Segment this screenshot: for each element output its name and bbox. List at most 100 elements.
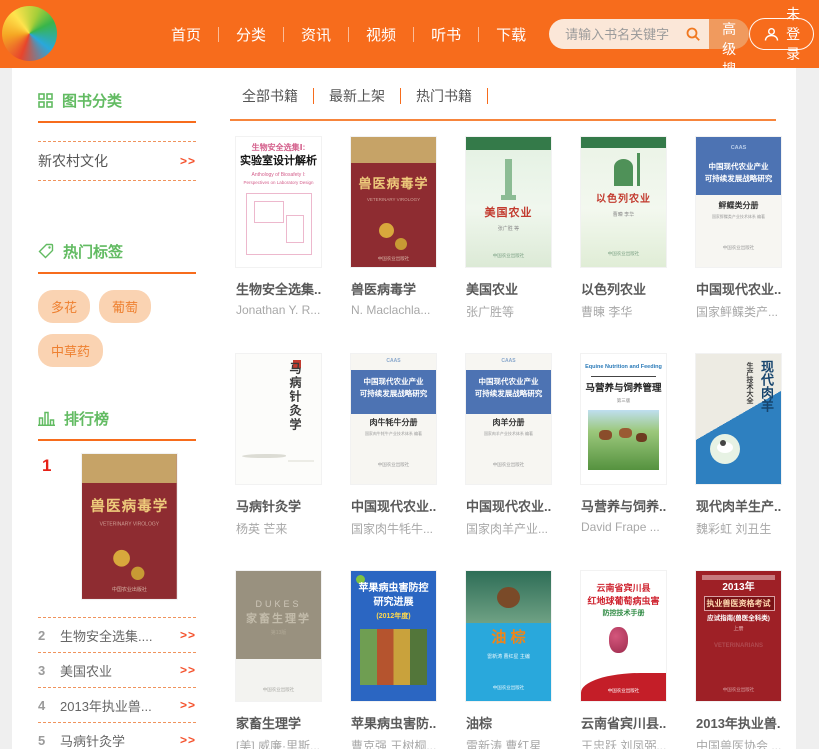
book-cover: CAAS 中国现代农业产业 可持续发展战略研究 肉羊分册 国家肉羊产业技术体系 编著 中国… — [466, 354, 551, 484]
book-cover: 油 棕雷新涛 曹红星 主编 中国农业出版社 — [466, 571, 551, 701]
category-section-header: 图书分类 — [38, 88, 222, 112]
book-author: 曹克强 王树桐... — [351, 739, 436, 749]
book-card-11[interactable]: 苹果病虫害防控 研究进展 (2012年度) 苹果病虫害防... 曹克强 王树桐... — [351, 571, 436, 749]
tag-list: 多花 葡萄中草药 — [38, 290, 200, 378]
cover-art — [360, 629, 427, 685]
category-list: 新农村文化 >> — [12, 141, 222, 181]
nav-item-4[interactable]: 听书 — [431, 24, 461, 45]
cover-text: 中国农业出版社 — [492, 462, 525, 467]
book-card-7[interactable]: CAAS 中国现代农业产业 可持续发展战略研究 肉羊分册 国家肉羊产业技术体系 编著 中国… — [466, 354, 551, 537]
cover-art — [614, 173, 633, 186]
category-section-title: 图书分类 — [62, 92, 123, 110]
book-card-10[interactable]: DUKES 家畜生理学 第13版 中国农业出版社 家畜生理学 [美] 威廉·里斯... — [236, 571, 321, 749]
cover-art — [466, 137, 551, 150]
arrow-icon: >> — [179, 154, 196, 168]
cover-art — [637, 153, 640, 186]
cover-art — [82, 454, 177, 483]
login-button[interactable]: 未登录 — [749, 6, 815, 62]
cover-text: 可持续发展战略研究 — [704, 174, 773, 183]
hot-tag-2[interactable]: 中草药 — [38, 334, 104, 367]
book-card-5[interactable]: 马病针灸学 马病针灸学 杨英 芒来 — [236, 354, 321, 537]
book-cover: 云南省宾川县 红地球葡萄病虫害 防控技术手册 中国农业出版社 — [581, 571, 666, 701]
book-card-2[interactable]: 美国农业 张广胜 等中国农业出版社 美国农业 张广胜等 — [466, 137, 551, 320]
book-author: N. Maclachla... — [351, 303, 431, 317]
cover-text: 中国农业出版社 — [492, 685, 525, 690]
cover-text: Anthology of Biosafety I: — [251, 172, 306, 178]
cover-art — [351, 137, 436, 163]
book-author: 雷新涛 曹红星 — [466, 739, 542, 749]
book-card-9[interactable]: 现代肉羊 生产技术大全 现代肉羊生产... 魏彩虹 刘丑生 — [696, 354, 781, 537]
ranking-item-4[interactable]: 4 2013年执业兽... >> — [38, 688, 196, 722]
grid-icon — [38, 92, 53, 108]
tab-separator — [313, 88, 314, 104]
book-title: 以色列农业 — [581, 282, 647, 297]
ranking-item-2[interactable]: 2 生物安全选集.... >> — [38, 618, 196, 652]
nav-item-3[interactable]: 视频 — [366, 24, 396, 45]
book-card-0[interactable]: 生物安全选集Ⅰ: 实验室设计解析 Anthology of Biosafety I:… — [236, 137, 321, 320]
cover-art — [619, 428, 632, 438]
book-title: 兽医病毒学 — [351, 282, 417, 297]
cover-text: 油 棕 — [491, 629, 526, 646]
book-title: 油棕 — [466, 716, 493, 731]
ranking-top-cover: 兽医病毒学 VETERINARY VIROLOGY 中国农业出版社 — [82, 454, 177, 599]
category-item-0[interactable]: 新农村文化 >> — [38, 142, 196, 180]
cover-text: 苹果病虫害防控 — [358, 583, 429, 594]
cover-art — [636, 433, 647, 442]
cover-art — [288, 460, 314, 462]
cover-text: 曹暕 李华 — [612, 212, 635, 218]
search-bar: 高级搜索 — [549, 19, 750, 97]
cover-text: 张广胜 等 — [497, 226, 520, 232]
book-cover: 马病针灸学 — [236, 354, 321, 484]
cover-text: VETERINARIANS — [713, 643, 763, 649]
tab-2[interactable]: 热门书籍 — [416, 86, 472, 106]
tag-section-title: 热门标签 — [63, 243, 124, 261]
cover-text: 防控技术手册 — [602, 610, 645, 617]
book-title: 中国现代农业... — [466, 499, 551, 514]
ranking-item-5[interactable]: 5 马病针灸学 >> — [38, 723, 196, 749]
nav-separator — [348, 26, 350, 42]
book-card-8[interactable]: Equine Nutrition and Feeding 马营养与饲养管理 第三版马… — [581, 354, 666, 537]
cover-art — [379, 223, 394, 238]
book-card-13[interactable]: 云南省宾川县 红地球葡萄病虫害 防控技术手册 中国农业出版社 云南省宾川县... 王忠跃 … — [581, 571, 666, 749]
book-card-12[interactable]: 油 棕雷新涛 曹红星 主编 中国农业出版社油棕雷新涛 曹红星 — [466, 571, 551, 749]
bar-chart-icon — [38, 411, 55, 426]
cover-text: 可持续发展战略研究 — [359, 389, 428, 398]
search-input[interactable] — [563, 25, 686, 43]
cover-text: 中国农业出版社 — [492, 253, 525, 258]
book-card-4[interactable]: CAAS 中国现代农业产业 可持续发展战略研究 鲆鲽类分册 国家鲆鲽类产业技术体系 编著… — [696, 137, 781, 320]
site-logo-icon[interactable] — [2, 6, 57, 61]
hot-tag-1[interactable]: 葡萄 — [99, 290, 152, 323]
section-underline — [38, 121, 196, 123]
tab-0[interactable]: 全部书籍 — [242, 86, 298, 106]
section-underline — [38, 272, 196, 274]
book-card-3[interactable]: 以色列农业 曹暕 李华 中国农业出版社 以色列农业 曹暕 李华 — [581, 137, 666, 320]
cover-text: CAAS — [501, 358, 516, 364]
search-icon[interactable] — [685, 26, 701, 42]
nav-item-2[interactable]: 资讯 — [301, 24, 331, 45]
tab-separator — [487, 88, 488, 104]
cover-text: 生物安全选集Ⅰ: — [251, 143, 306, 152]
nav-item-0[interactable]: 首页 — [171, 24, 201, 45]
book-cover: 苹果病虫害防控 研究进展 (2012年度) — [351, 571, 436, 701]
book-card-14[interactable]: 2013年 执业兽医资格考试 应试指南(兽医全科类) 上册 VETERINARIANS 中… — [696, 571, 781, 749]
ranking-top-item[interactable]: 1 兽医病毒学 VETERINARY VIROLOGY 中国农业出版社 — [42, 454, 222, 601]
book-author: 国家鲆鲽类产... — [696, 305, 779, 319]
cover-art — [254, 201, 284, 223]
tab-1[interactable]: 最新上架 — [329, 86, 385, 106]
ranking-item-3[interactable]: 3 美国农业 >> — [38, 653, 196, 687]
sidebar: 图书分类 新农村文化 >> 热门标签 多花 葡萄中草药 排行榜 1 兽医病毒学 … — [12, 68, 222, 749]
cover-art — [702, 575, 775, 580]
cover-art — [501, 195, 516, 200]
hot-tag-0[interactable]: 多花 — [38, 290, 91, 323]
section-underline — [38, 439, 196, 441]
cover-art — [113, 549, 130, 567]
cover-text: 实验室设计解析 — [240, 155, 317, 167]
book-card-1[interactable]: 兽医病毒学 VETERINARY VIROLOGY 中国农业出版社 兽医病毒学 N. M… — [351, 137, 436, 320]
cover-art — [395, 238, 407, 250]
book-card-6[interactable]: CAAS 中国现代农业产业 可持续发展战略研究 肉牛牦牛分册 国家肉牛牦牛产业技术体系 … — [351, 354, 436, 537]
login-label: 未登录 — [786, 6, 801, 62]
nav-item-5[interactable]: 下载 — [496, 24, 526, 45]
nav-item-1[interactable]: 分类 — [236, 24, 266, 45]
advanced-search-button[interactable]: 高级搜索 — [709, 19, 750, 97]
book-cover: 生物安全选集Ⅰ: 实验室设计解析 Anthology of Biosafety I:… — [236, 137, 321, 267]
